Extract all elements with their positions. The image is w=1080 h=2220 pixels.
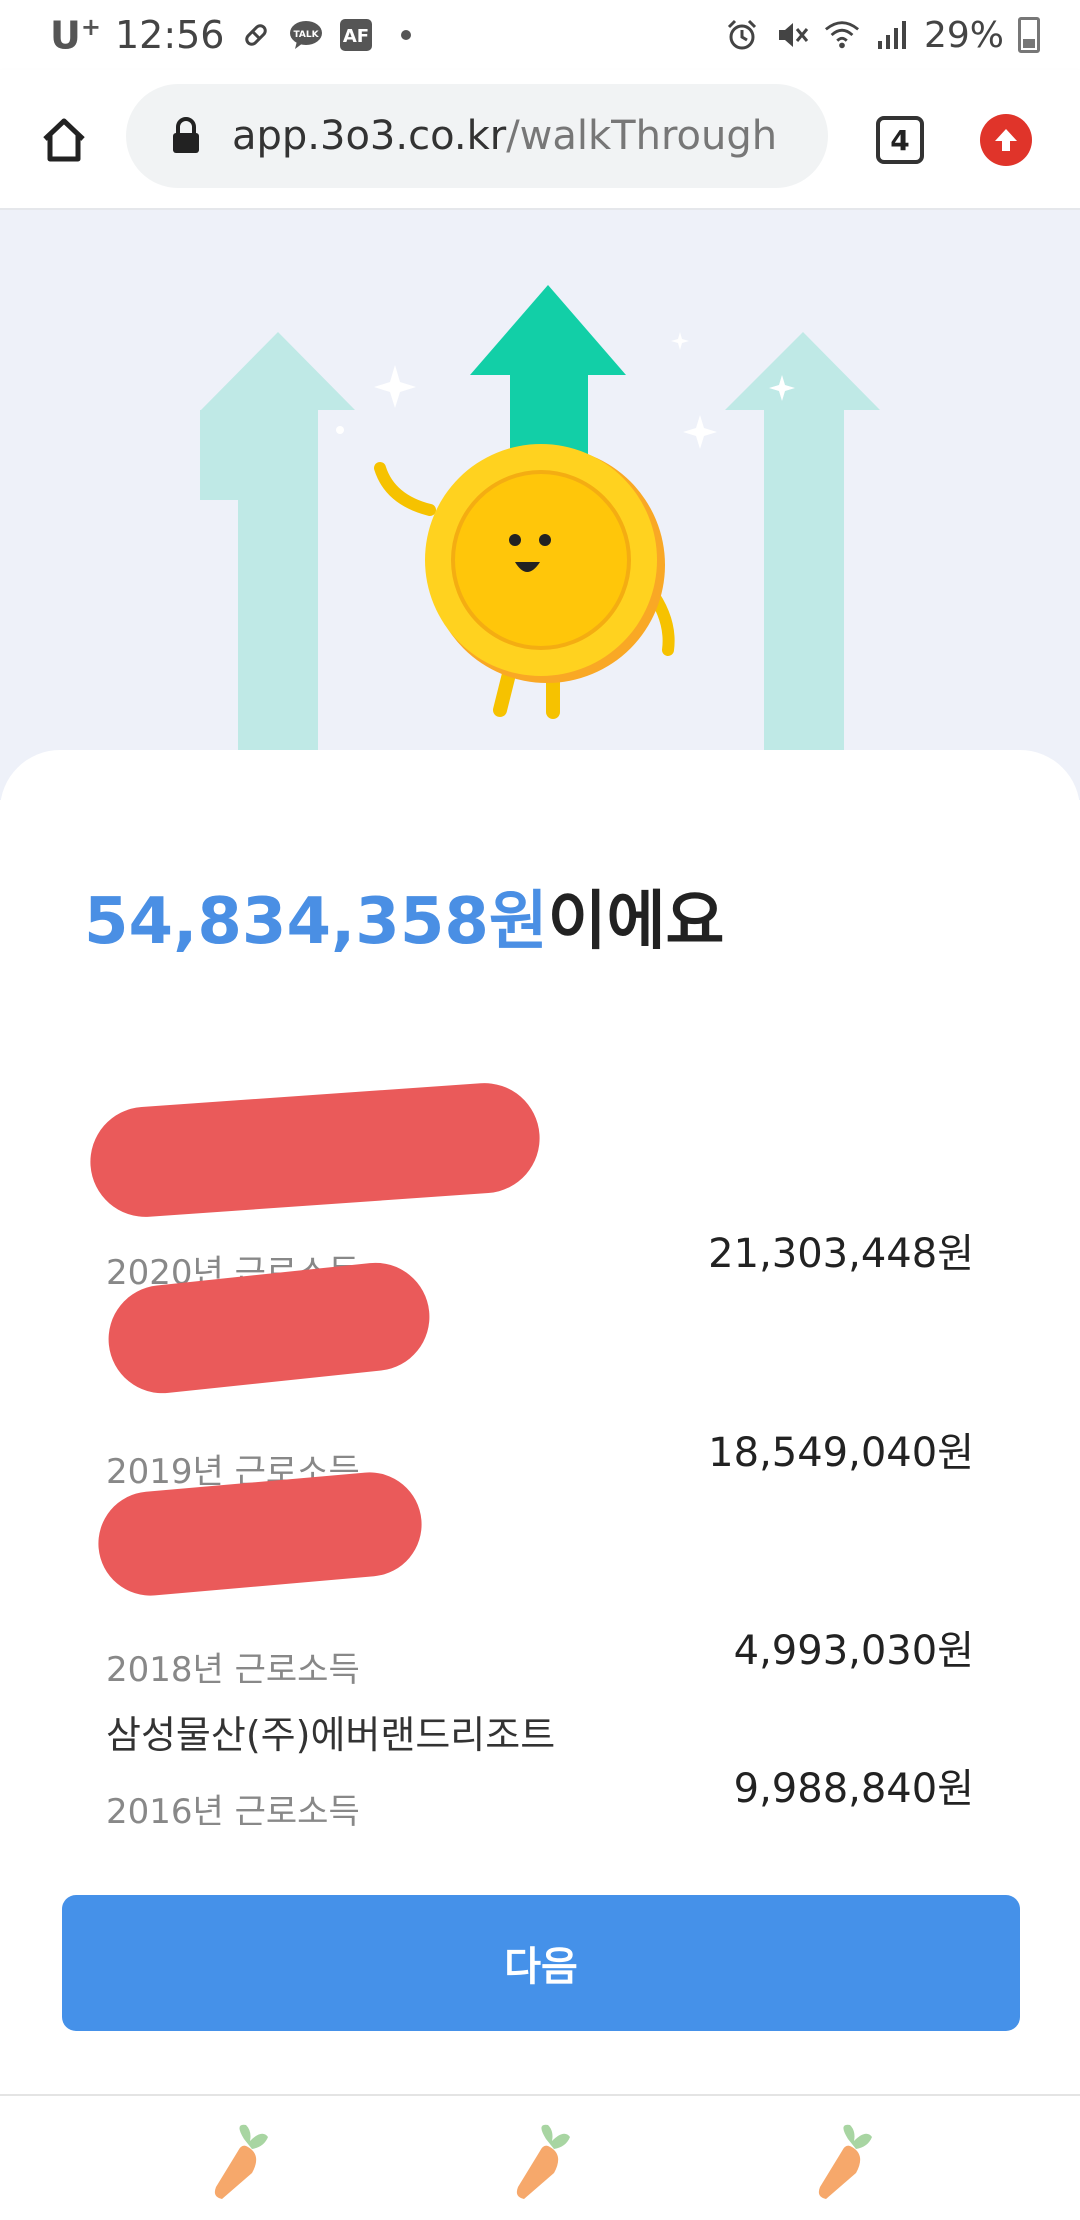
browser-toolbar: app.3o3.co.kr/walkThrough 4 bbox=[0, 70, 1080, 210]
income-year-label: 2018년 근로소득 bbox=[106, 1650, 360, 1690]
battery-icon bbox=[1018, 17, 1040, 53]
dot-icon bbox=[388, 17, 424, 53]
status-bar: U+ 12:56 TALK AF 29% bbox=[0, 0, 1080, 70]
coin-character-icon bbox=[374, 444, 675, 719]
income-amount: 9,988,840원 bbox=[733, 1766, 974, 1812]
home-button[interactable] bbox=[30, 106, 98, 174]
pill-icon bbox=[238, 17, 274, 53]
bottom-nav bbox=[0, 2094, 1080, 2220]
nav-item-carrot-1[interactable] bbox=[194, 2116, 284, 2206]
nav-item-carrot-3[interactable] bbox=[798, 2116, 888, 2206]
lock-icon bbox=[168, 116, 204, 156]
alarm-icon bbox=[724, 17, 760, 53]
growth-arrow-left-icon bbox=[200, 332, 355, 800]
mute-icon bbox=[774, 17, 810, 53]
carrier-label: U+ bbox=[50, 12, 101, 58]
talk-icon: TALK bbox=[288, 17, 324, 53]
carrot-icon bbox=[516, 2124, 570, 2199]
company-name: 삼성물산(주)에버랜드리조트 bbox=[106, 1713, 556, 1757]
address-bar[interactable]: app.3o3.co.kr/walkThrough bbox=[126, 84, 828, 188]
arrow-up-icon bbox=[995, 129, 1017, 151]
carrot-icon bbox=[818, 2124, 872, 2199]
svg-text:AF: AF bbox=[343, 26, 369, 47]
wifi-icon bbox=[824, 17, 860, 53]
income-amount: 18,549,040원 bbox=[708, 1430, 974, 1476]
carrot-icon bbox=[214, 2124, 268, 2199]
income-row[interactable]: 삼성물산(주)에버랜드리조트 2016년 근로소득 9,988,840원 bbox=[0, 1704, 1080, 1864]
af-icon: AF bbox=[338, 17, 374, 53]
next-button[interactable]: 다음 bbox=[62, 1895, 1020, 2031]
status-time: 12:56 bbox=[114, 13, 225, 57]
tab-switcher-button[interactable]: 4 bbox=[876, 116, 924, 164]
svg-text:TALK: TALK bbox=[294, 30, 320, 40]
update-button[interactable] bbox=[980, 114, 1032, 166]
home-icon bbox=[43, 118, 85, 162]
hero-illustration bbox=[0, 210, 1080, 800]
redaction-mark bbox=[86, 1079, 544, 1221]
total-income-heading: 54,834,358원이에요 bbox=[84, 885, 725, 959]
income-year-label: 2016년 근로소득 bbox=[106, 1792, 360, 1832]
growth-arrow-right-icon bbox=[725, 332, 880, 800]
income-amount: 4,993,030원 bbox=[733, 1628, 974, 1674]
income-sheet: 54,834,358원이에요 2020년 근로소득 21,303,448원 20… bbox=[0, 750, 1080, 2090]
battery-percent: 29% bbox=[923, 14, 1004, 56]
nav-item-carrot-2[interactable] bbox=[496, 2116, 586, 2206]
url-text: app.3o3.co.kr/walkThrough bbox=[232, 113, 778, 159]
income-amount: 21,303,448원 bbox=[708, 1231, 974, 1277]
signal-icon bbox=[874, 17, 910, 53]
